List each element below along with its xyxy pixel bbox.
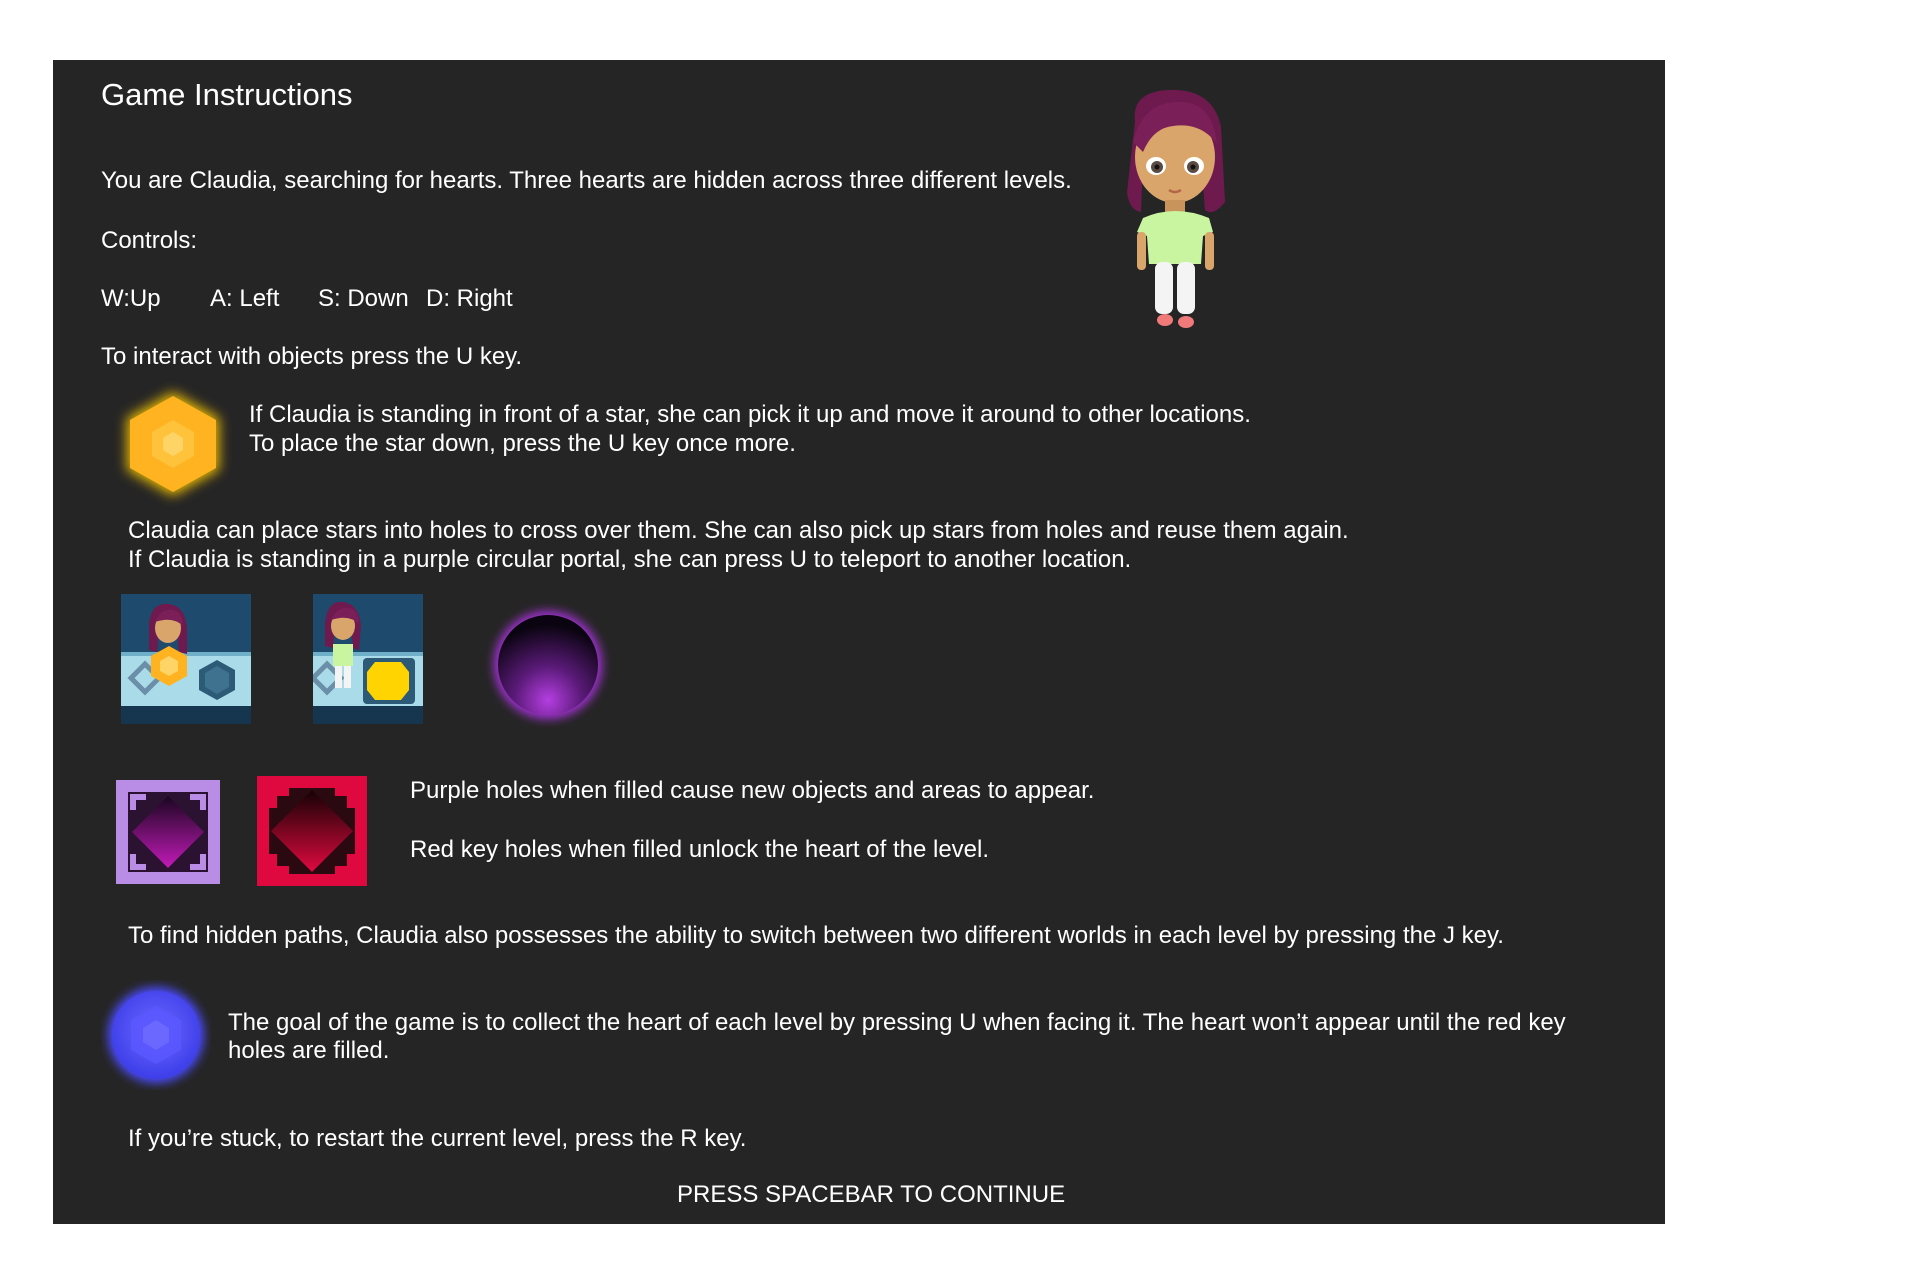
page-title: Game Instructions [101, 77, 353, 112]
controls-heading: Controls: [101, 227, 198, 254]
control-left: A: Left [210, 285, 280, 312]
worlds-text: To find hidden paths, Claudia also posse… [128, 922, 1504, 949]
blue-heart-gem-icon [101, 980, 211, 1090]
control-right: D: Right [426, 285, 513, 312]
claudia-character [1113, 82, 1243, 332]
star-text-line1: If Claudia is standing in front of a sta… [249, 401, 1251, 428]
restart-text: If you’re stuck, to restart the current … [128, 1125, 747, 1152]
goal-text-line2: holes are filled. [228, 1037, 390, 1064]
star-in-hole-image [313, 594, 423, 724]
holes-text-line1: Claudia can place stars into holes to cr… [128, 517, 1349, 544]
star-hexagon-icon [108, 380, 238, 510]
continue-prompt[interactable]: PRESS SPACEBAR TO CONTINUE [677, 1180, 1065, 1209]
star-into-hole-image [121, 594, 251, 724]
interact-text: To interact with objects press the U key… [101, 343, 523, 370]
holes-text-line2: If Claudia is standing in a purple circu… [128, 546, 1132, 573]
control-down: S: Down [318, 285, 409, 312]
star-text-line2: To place the star down, press the U key … [249, 430, 796, 457]
instructions-panel: Game Instructions You are Claudia, searc… [53, 60, 1665, 1224]
purple-hole-text: Purple holes when filled cause new objec… [410, 777, 1095, 804]
red-hole-text: Red key holes when filled unlock the hea… [410, 836, 990, 863]
purple-keyhole-icon [116, 780, 220, 884]
intro-text: You are Claudia, searching for hearts. T… [101, 167, 1072, 194]
goal-text-line1: The goal of the game is to collect the h… [228, 1009, 1566, 1036]
control-up: W:Up [101, 285, 161, 312]
red-keyhole-icon [257, 776, 367, 886]
purple-portal-icon [483, 600, 613, 730]
